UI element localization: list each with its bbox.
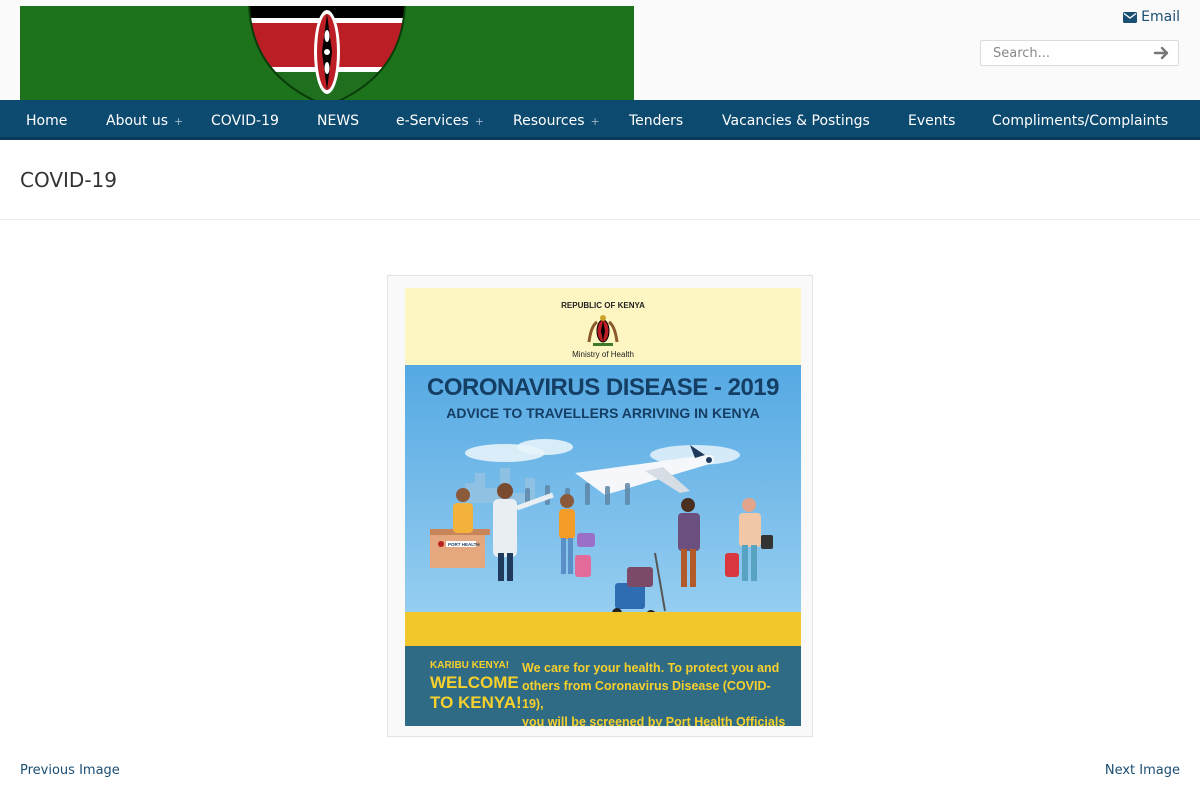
email-link[interactable]: Email <box>1123 9 1180 25</box>
poster-care-line: We care for your health. To protect you … <box>522 661 780 675</box>
next-image-link[interactable]: Next Image <box>1105 763 1180 778</box>
nav-item-events[interactable]: Events <box>908 100 955 140</box>
nav-item-label: Vacancies & Postings <box>722 113 870 129</box>
search-box <box>980 40 1179 66</box>
nav-item-e-services[interactable]: e-Services + <box>396 100 484 140</box>
page-title: COVID-19 <box>20 168 118 192</box>
envelope-icon <box>1123 11 1138 23</box>
site-logo[interactable] <box>20 6 634 106</box>
poster-care-text: We care for your health. To protect you … <box>522 659 792 726</box>
nav-item-label: Events <box>908 113 956 129</box>
nav-item-tenders[interactable]: Tenders <box>629 100 683 140</box>
kenya-coat-of-arms-icon <box>587 315 619 346</box>
search-submit-button[interactable] <box>1152 44 1172 62</box>
site-header: Email <box>0 0 1200 106</box>
nav-item-home[interactable]: Home <box>26 100 67 140</box>
poster-welcome-line: TO KENYA! <box>430 693 522 712</box>
main-nav: Home About us + COVID-19 NEWS e-Services +… <box>0 100 1200 140</box>
nav-item-label: COVID-19 <box>211 113 279 129</box>
poster-desk-sign: PORT HEALTH <box>448 542 480 547</box>
nav-item-label: NEWS <box>317 113 360 129</box>
search-input[interactable] <box>981 41 1146 65</box>
poster-ministry-text: Ministry of Health <box>572 350 634 359</box>
nav-item-compliments-complaints[interactable]: Compliments/Complaints <box>992 100 1168 140</box>
nav-item-label: Home <box>26 113 68 129</box>
poster-care-line: you will be screened by Port Health Offi… <box>522 715 786 726</box>
attachment-image-frame: REPUBLIC OF KENYA Ministry of Health COR… <box>387 275 813 737</box>
nav-item-news[interactable]: NEWS <box>317 100 359 140</box>
poster-welcome-text: WELCOME TO KENYA! <box>430 673 522 713</box>
kenya-heart-shield-icon <box>20 6 634 106</box>
poster-subtitle: ADVICE TO TRAVELLERS ARRIVING IN KENYA <box>446 405 760 421</box>
page-title-band: COVID-19 <box>0 140 1200 220</box>
nav-item-label: Tenders <box>629 113 684 129</box>
nav-item-label: About us <box>106 113 169 129</box>
poster-welcome-line: WELCOME <box>430 673 519 692</box>
nav-item-resources[interactable]: Resources + <box>513 100 600 140</box>
poster-karibu-text: KARIBU KENYA! <box>430 660 510 671</box>
nav-item-about-us[interactable]: About us + <box>106 100 183 140</box>
poster-republic-text: REPUBLIC OF KENYA <box>561 301 645 310</box>
nav-item-covid-19[interactable]: COVID-19 <box>211 100 279 140</box>
nav-item-vacancies[interactable]: Vacancies & Postings <box>722 100 870 140</box>
nav-item-label: e-Services <box>396 113 469 129</box>
email-label: Email <box>1141 9 1180 25</box>
poster-care-line: others from Coronavirus Disease (COVID-1… <box>522 679 771 711</box>
poster-title: CORONAVIRUS DISEASE - 2019 <box>427 374 779 401</box>
nav-item-label: Compliments/Complaints <box>992 113 1169 129</box>
arrow-right-icon <box>1153 46 1169 60</box>
nav-item-label: Resources <box>513 113 585 129</box>
plus-icon: + <box>590 115 600 128</box>
plus-icon: + <box>174 115 184 128</box>
poster-floor <box>405 612 801 647</box>
plus-icon: + <box>474 115 484 128</box>
covid-poster-image[interactable]: REPUBLIC OF KENYA Ministry of Health COR… <box>405 288 801 726</box>
previous-image-link[interactable]: Previous Image <box>20 763 120 778</box>
